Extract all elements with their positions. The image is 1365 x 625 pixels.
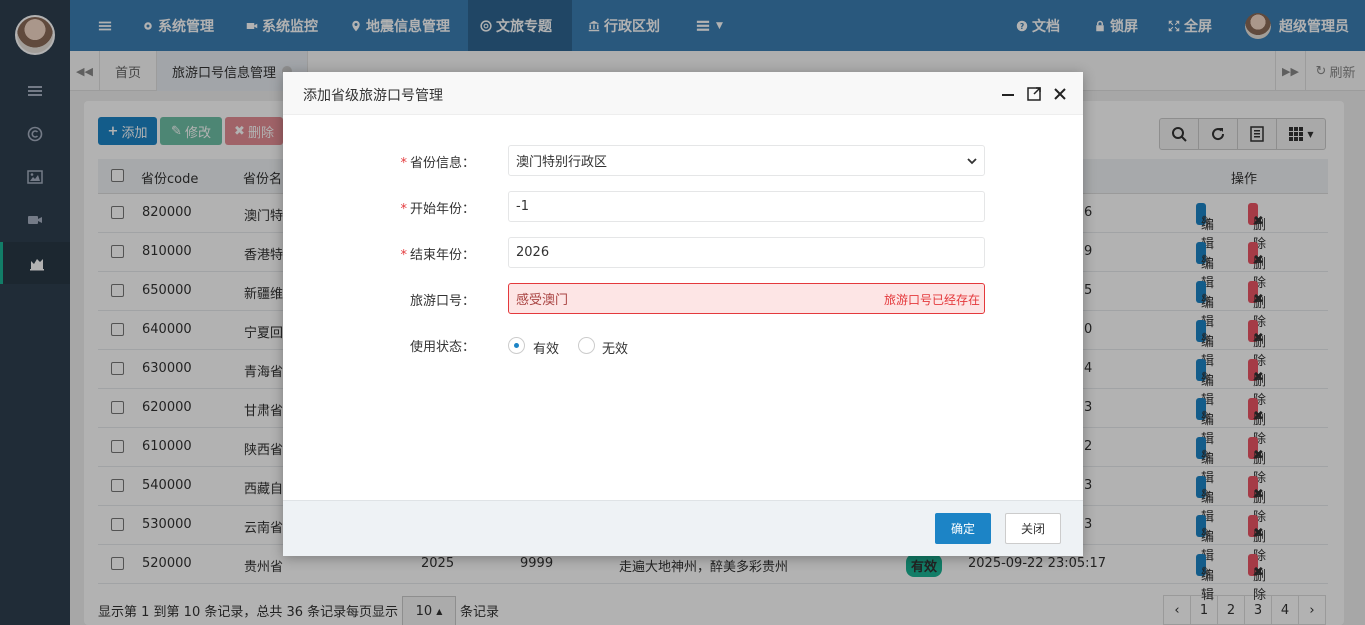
modal-header: 添加省级旅游口号管理	[283, 72, 1083, 115]
chevron-down-icon	[967, 158, 977, 165]
start-year-label: * 开始年份：	[400, 202, 475, 217]
minimize-button[interactable]	[999, 85, 1017, 103]
add-slogan-modal: 添加省级旅游口号管理 * 省份信息： 澳门特别行政区 * 开始年份： -1 * 结束年…	[283, 72, 1083, 556]
status-valid-radio[interactable]	[508, 337, 525, 354]
start-year-value: -1	[516, 199, 529, 214]
end-year-value: 2026	[516, 245, 550, 260]
province-select[interactable]: 澳门特别行政区	[508, 145, 985, 176]
close-modal-button[interactable]	[1051, 85, 1069, 103]
minimize-icon	[1002, 94, 1014, 96]
modal-footer: 确定 关闭	[283, 500, 1083, 556]
slogan-label: 旅游口号：	[409, 294, 475, 309]
status-invalid-label: 无效	[602, 342, 629, 357]
status-label: 使用状态：	[409, 340, 475, 355]
modal-title: 添加省级旅游口号管理	[303, 88, 443, 104]
province-value: 澳门特别行政区	[516, 155, 608, 170]
end-year-label: * 结束年份：	[400, 248, 475, 263]
close-button[interactable]: 关闭	[1005, 513, 1061, 544]
status-invalid-radio[interactable]	[578, 337, 595, 354]
province-label: * 省份信息：	[400, 156, 475, 171]
maximize-icon	[1027, 87, 1041, 101]
maximize-button[interactable]	[1025, 85, 1043, 103]
status-valid-label: 有效	[533, 342, 560, 357]
slogan-error-message: 旅游口号已经存在	[883, 293, 980, 307]
slogan-input[interactable]: 感受澳门 旅游口号已经存在	[508, 283, 985, 314]
end-year-input[interactable]: 2026	[508, 237, 985, 268]
start-year-input[interactable]: -1	[508, 191, 985, 222]
confirm-button[interactable]: 确定	[935, 513, 991, 544]
slogan-value: 感受澳门	[516, 293, 569, 308]
close-icon	[1054, 88, 1066, 100]
